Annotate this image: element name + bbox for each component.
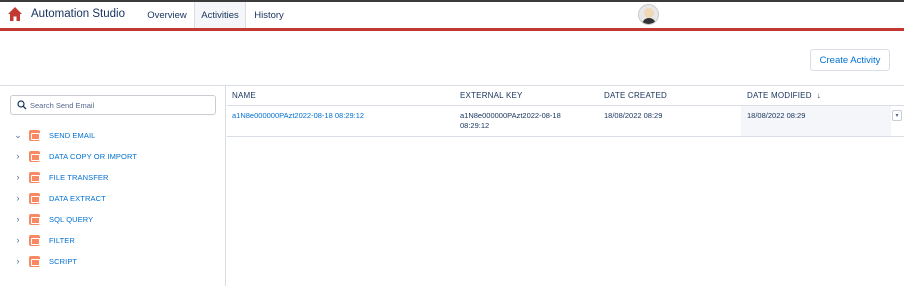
sidebar-item-script[interactable]: › SCRIPT: [13, 253, 213, 269]
avatar-body: [642, 18, 656, 24]
sidebar-item-label: SQL QUERY: [49, 214, 94, 224]
external-key-cell: a1N8e000000PAzt2022-08-18 08:29:12: [460, 111, 561, 131]
row-actions-dropdown[interactable]: ▾: [892, 110, 902, 121]
external-key-line: 08:29:12: [460, 121, 490, 130]
sidebar-item-filter[interactable]: › FILTER: [13, 232, 213, 248]
avatar-face: [644, 8, 654, 18]
filter-icon: [29, 234, 40, 246]
send-email-icon: [29, 129, 40, 141]
sidebar-item-label: FILTER: [49, 235, 75, 245]
search-icon: [17, 100, 27, 110]
table-row[interactable]: a1N8e000000PAzt2022-08-18 08:29:12 a1N8e…: [227, 106, 904, 136]
sidebar-item-sql-query[interactable]: › SQL QUERY: [13, 211, 213, 227]
column-header-external-key[interactable]: EXTERNAL KEY: [460, 86, 523, 105]
row-divider: [227, 136, 904, 137]
script-icon: [29, 255, 40, 267]
data-extract-icon: [29, 192, 40, 204]
external-key-line: a1N8e000000PAzt2022-08-18: [460, 111, 561, 120]
chevron-right-icon[interactable]: ›: [13, 192, 23, 204]
sort-descending-icon: ↓: [816, 91, 821, 100]
sidebar-item-label: FILE TRANSFER: [49, 172, 109, 182]
app-title: Automation Studio: [31, 8, 125, 20]
home-icon[interactable]: [7, 6, 23, 22]
chevron-right-icon[interactable]: ›: [13, 213, 23, 225]
chevron-right-icon[interactable]: ›: [13, 255, 23, 267]
chevron-right-icon[interactable]: ›: [13, 234, 23, 246]
activity-name-link[interactable]: a1N8e000000PAzt2022-08-18 08:29:12: [232, 111, 364, 121]
sidebar-item-label: DATA EXTRACT: [49, 193, 106, 203]
top-nav-bar: [0, 0, 904, 30]
column-header-date-created[interactable]: DATE CREATED: [604, 86, 667, 105]
column-header-label: DATE MODIFIED: [747, 91, 812, 100]
sidebar-item-send-email[interactable]: ⌄ SEND EMAIL: [13, 127, 213, 143]
sql-query-icon: [29, 213, 40, 225]
page-header: [0, 31, 904, 85]
date-created-cell: 18/08/2022 08:29: [604, 111, 663, 120]
activity-type-sidebar: ⌄ SEND EMAIL › DATA COPY OR IMPORT › FIL…: [0, 86, 226, 286]
chevron-right-icon[interactable]: ›: [13, 171, 23, 183]
sidebar-item-label: DATA COPY OR IMPORT: [49, 151, 138, 161]
sidebar-item-label: SCRIPT: [49, 256, 78, 266]
user-avatar-icon[interactable]: [638, 4, 659, 25]
chevron-right-icon[interactable]: ›: [13, 150, 23, 162]
sidebar-item-label: SEND EMAIL: [49, 130, 96, 140]
sidebar-item-file-transfer[interactable]: › FILE TRANSFER: [13, 169, 213, 185]
search-box[interactable]: [10, 95, 216, 115]
search-input[interactable]: [30, 98, 210, 112]
column-header-name[interactable]: NAME: [232, 86, 256, 105]
data-copy-icon: [29, 150, 40, 162]
chevron-down-icon[interactable]: ⌄: [13, 129, 23, 141]
date-modified-cell: 18/08/2022 08:29: [747, 111, 806, 120]
file-transfer-icon: [29, 171, 40, 183]
sidebar-item-data-extract[interactable]: › DATA EXTRACT: [13, 190, 213, 206]
tab-history[interactable]: History: [247, 2, 291, 28]
tab-overview[interactable]: Overview: [140, 2, 194, 28]
create-activity-button[interactable]: Create Activity: [810, 49, 890, 71]
column-header-date-modified[interactable]: DATE MODIFIED ↓: [747, 86, 821, 105]
tab-activities[interactable]: Activities: [194, 2, 246, 28]
activities-table: NAME EXTERNAL KEY DATE CREATED DATE MODI…: [227, 86, 904, 286]
sidebar-item-data-copy-or-import[interactable]: › DATA COPY OR IMPORT: [13, 148, 213, 164]
